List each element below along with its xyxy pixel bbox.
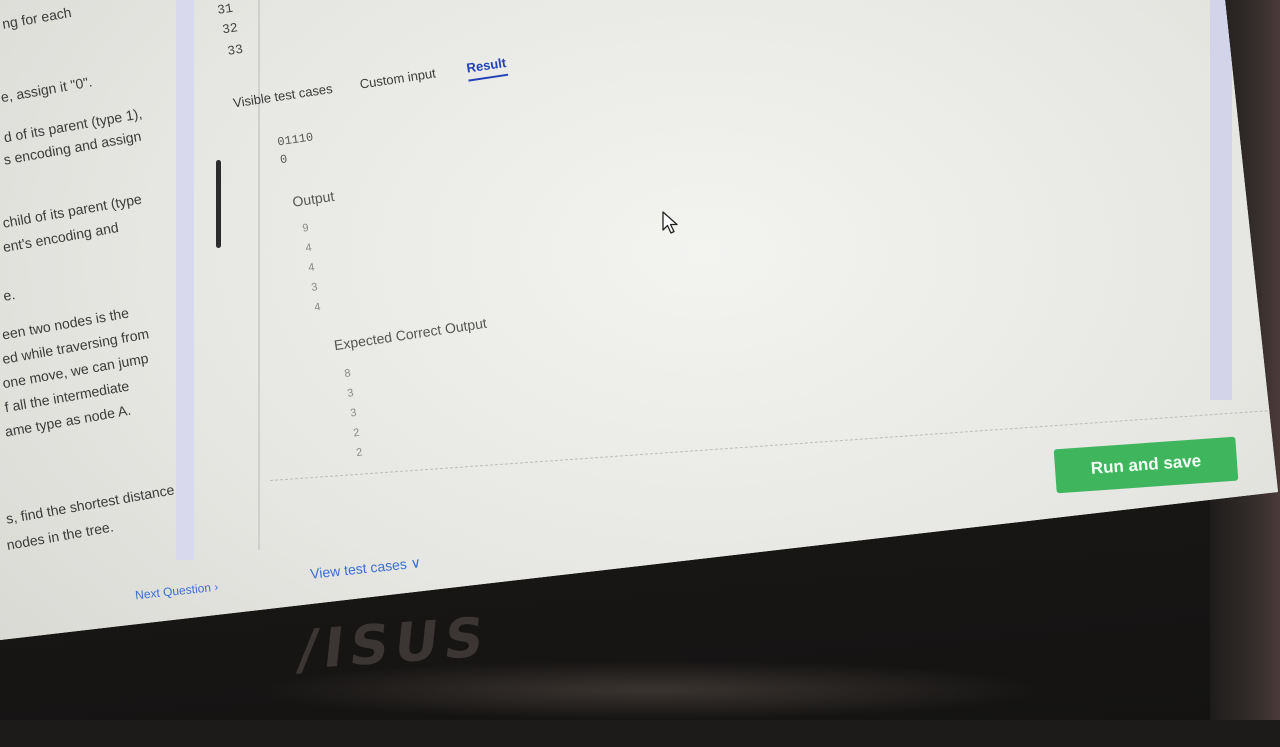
output-value: 4 — [307, 261, 316, 275]
line-number: 33 — [226, 41, 245, 59]
tab-visible-test-cases[interactable]: Visible test cases — [232, 81, 333, 111]
line-number: 32 — [221, 20, 239, 38]
line-number: 31 — [216, 0, 234, 18]
output-values: 9 4 4 3 4 — [301, 218, 322, 318]
output-value: 4 — [313, 301, 322, 314]
output-value: 4 — [304, 241, 313, 255]
output-value: 9 — [301, 221, 310, 235]
tab-result[interactable]: Result — [466, 55, 508, 76]
input-line: 01110 — [276, 130, 315, 150]
expected-value: 2 — [355, 446, 364, 460]
expected-value: 8 — [343, 367, 352, 381]
problem-text-line: e. — [2, 285, 17, 304]
input-line: 0 — [279, 152, 289, 168]
chevron-down-icon: ∨ — [409, 554, 422, 572]
output-label: Output — [291, 187, 336, 210]
result-scroll-track[interactable] — [1210, 0, 1232, 400]
expected-value: 3 — [346, 387, 355, 400]
mouse-pointer-icon — [662, 211, 678, 234]
expected-output-label: Expected Correct Output — [332, 314, 488, 354]
test-input: 01110 0 — [276, 128, 317, 169]
expected-value: 2 — [352, 426, 361, 440]
expected-value: 3 — [349, 406, 358, 420]
expected-output-values: 8 3 3 2 2 — [343, 363, 364, 463]
tab-custom-input[interactable]: Custom input — [359, 65, 437, 91]
output-value: 3 — [310, 281, 319, 295]
